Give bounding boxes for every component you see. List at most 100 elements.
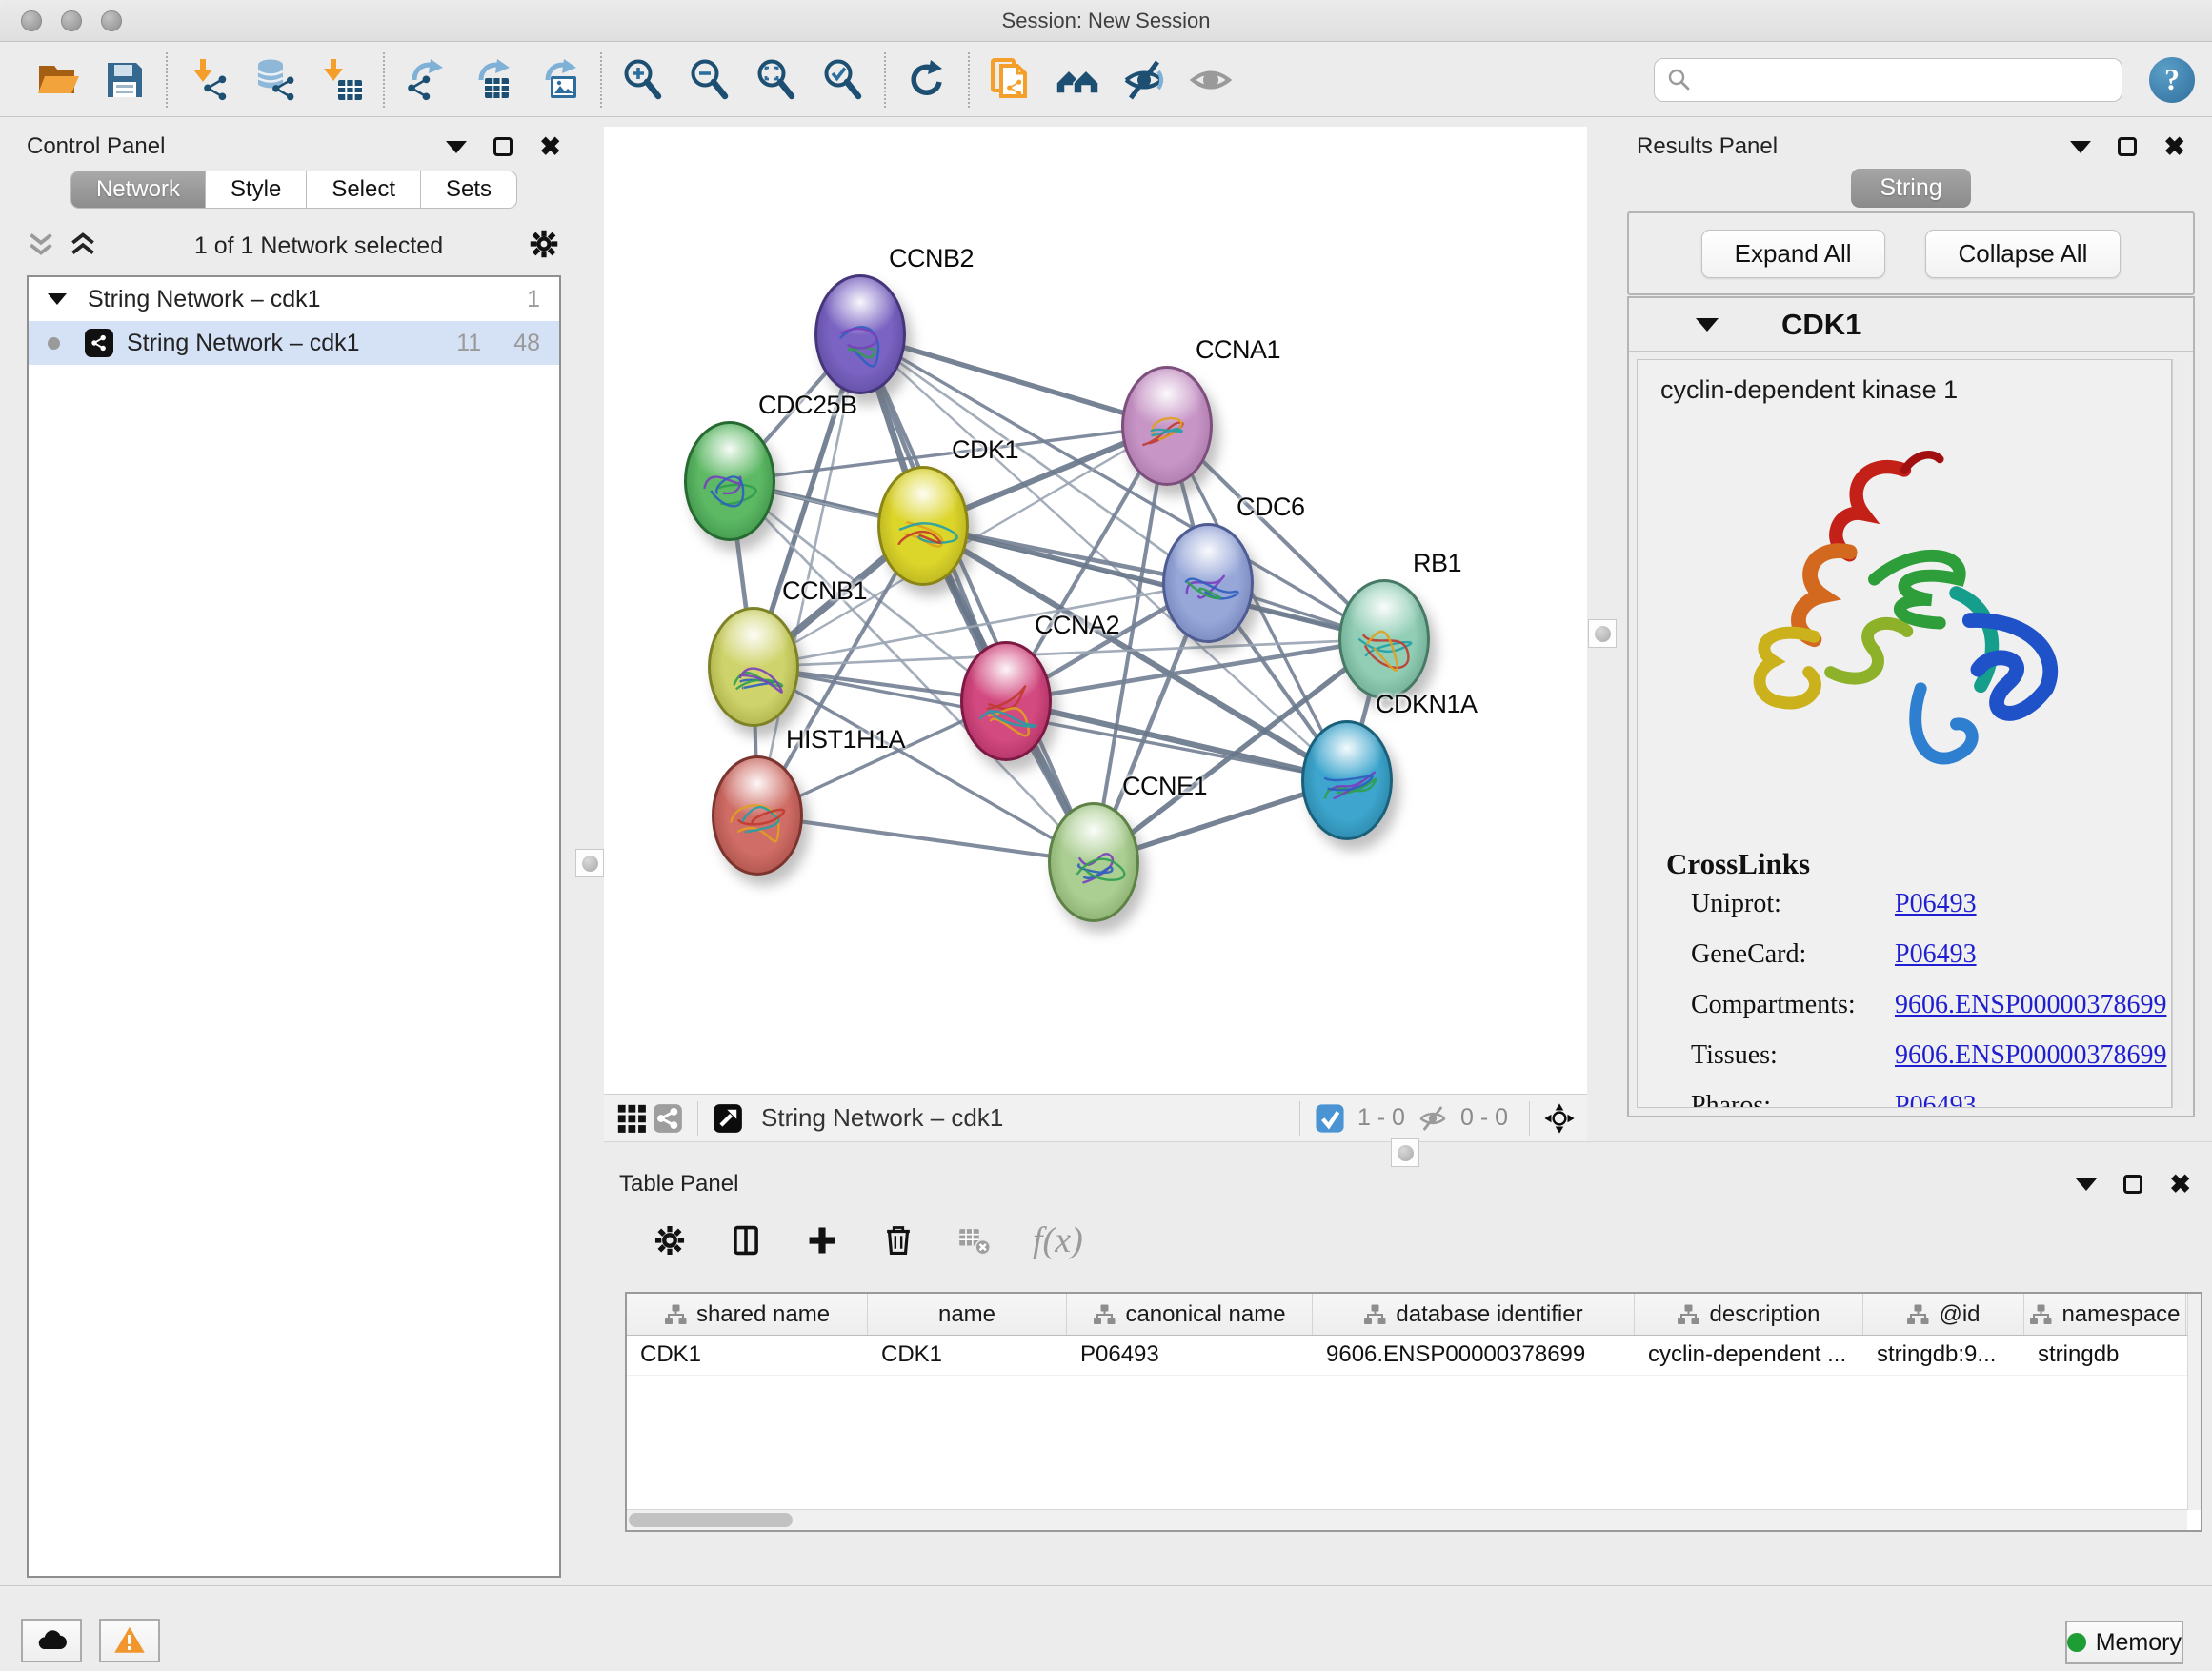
table-cell[interactable]: P06493 — [1067, 1336, 1313, 1375]
center-view-icon[interactable] — [1541, 1100, 1578, 1137]
results-scrollbar[interactable] — [2172, 359, 2185, 1108]
table-settings-button[interactable] — [646, 1217, 694, 1264]
table-cell[interactable]: cyclin-dependent ... — [1635, 1336, 1863, 1375]
panel-close-icon[interactable]: ✖ — [539, 134, 561, 160]
network-canvas[interactable]: CCNB2CCNA1CDC25BCDK1CDC6RB1CCNB1CCNA2CDK… — [604, 127, 1587, 1094]
close-window-icon[interactable] — [21, 10, 42, 31]
tab-sets[interactable]: Sets — [421, 171, 517, 209]
tab-string[interactable]: String — [1851, 169, 1970, 208]
entry-expander-icon[interactable] — [1696, 318, 1719, 332]
network-view-icon[interactable] — [650, 1100, 686, 1137]
export-image-button[interactable] — [533, 54, 585, 106]
export-network-button[interactable] — [400, 54, 452, 106]
hide-selected-button[interactable] — [1118, 54, 1170, 106]
search-input[interactable] — [1700, 66, 2110, 94]
table-cell[interactable]: CDK1 — [627, 1336, 868, 1375]
table-horizontal-scrollbar[interactable] — [627, 1509, 2187, 1530]
network-row[interactable]: String Network – cdk1 11 48 — [29, 321, 559, 365]
hidden-eye-icon[interactable] — [1415, 1100, 1451, 1137]
panel-float-icon[interactable] — [2123, 1175, 2142, 1194]
home-view-button[interactable] — [1052, 54, 1103, 106]
grid-view-icon[interactable] — [613, 1100, 650, 1137]
collection-expander-icon[interactable] — [48, 293, 67, 305]
refresh-network-button[interactable] — [901, 54, 953, 106]
expand-all-icon[interactable] — [69, 232, 97, 261]
results-entry-header[interactable]: CDK1 — [1629, 298, 2193, 352]
network-from-selection-button[interactable] — [985, 54, 1036, 106]
crosslink-value[interactable]: P06493 — [1895, 1091, 1977, 1108]
crosslink-value[interactable]: P06493 — [1895, 889, 1977, 919]
node-CDC25B[interactable] — [684, 421, 775, 541]
table-cell[interactable]: stringdb:9... — [1863, 1336, 2024, 1375]
collapse-all-icon[interactable] — [27, 232, 55, 261]
search-box[interactable] — [1654, 58, 2122, 102]
delete-rows-button[interactable] — [875, 1217, 922, 1264]
zoom-fit-button[interactable] — [751, 54, 802, 106]
zoom-selected-button[interactable] — [817, 54, 869, 106]
crosslink-value[interactable]: 9606.ENSP00000378699 — [1895, 990, 2166, 1020]
column-header-namespace[interactable]: namespace — [2024, 1294, 2186, 1335]
selected-checkbox-icon[interactable] — [1312, 1100, 1348, 1137]
show-all-button[interactable] — [1185, 54, 1237, 106]
tab-network[interactable]: Network — [70, 171, 206, 209]
tab-style[interactable]: Style — [206, 171, 307, 209]
minimize-window-icon[interactable] — [61, 10, 82, 31]
cloud-button[interactable] — [21, 1619, 82, 1662]
right-splitter-grip[interactable] — [1588, 619, 1617, 648]
save-session-button[interactable] — [99, 54, 151, 106]
panel-menu-icon[interactable] — [2070, 141, 2091, 153]
panel-close-icon[interactable]: ✖ — [2163, 134, 2185, 160]
expand-all-button[interactable]: Expand All — [1701, 230, 1885, 278]
zoom-in-button[interactable] — [617, 54, 669, 106]
add-column-button[interactable] — [798, 1217, 846, 1264]
table-row[interactable]: CDK1CDK1P064939606.ENSP00000378699cyclin… — [627, 1336, 2201, 1376]
node-CCNA2[interactable] — [960, 641, 1052, 761]
edge-HIST1H1A-CCNE1[interactable] — [757, 815, 1094, 862]
table-cell[interactable]: 9606.ENSP00000378699 — [1313, 1336, 1635, 1375]
import-network-database-button[interactable] — [250, 54, 301, 106]
import-network-file-button[interactable] — [183, 54, 234, 106]
node-CCNE1[interactable] — [1048, 802, 1139, 922]
zoom-window-icon[interactable] — [101, 10, 122, 31]
node-CCNB1[interactable] — [708, 607, 799, 727]
node-CCNA1[interactable] — [1121, 366, 1213, 486]
horizontal-splitter-grip[interactable] — [1391, 1138, 1419, 1167]
edge-CCNA2-CDKN1A[interactable] — [1006, 701, 1347, 780]
column-header-canonical-name[interactable]: canonical name — [1067, 1294, 1313, 1335]
birds-eye-view-icon[interactable] — [710, 1100, 746, 1137]
table-cell[interactable]: stringdb — [2024, 1336, 2186, 1375]
node-RB1[interactable] — [1338, 579, 1430, 699]
warning-button[interactable] — [99, 1619, 160, 1662]
column-header-description[interactable]: description — [1635, 1294, 1863, 1335]
help-button[interactable]: ? — [2149, 57, 2195, 103]
column-header-database-identifier[interactable]: database identifier — [1313, 1294, 1635, 1335]
table-cell[interactable]: CDK1 — [868, 1336, 1067, 1375]
column-header-name[interactable]: name — [868, 1294, 1067, 1335]
scrollbar-thumb[interactable] — [629, 1513, 793, 1527]
crosslink-value[interactable]: 9606.ENSP00000378699 — [1895, 1040, 2166, 1071]
panel-close-icon[interactable]: ✖ — [2169, 1172, 2191, 1198]
open-file-button[interactable] — [32, 54, 84, 106]
column-header--id[interactable]: @id — [1863, 1294, 2024, 1335]
panel-float-icon[interactable] — [493, 137, 513, 156]
table-vertical-scrollbar[interactable] — [2187, 1294, 2201, 1510]
import-table-file-button[interactable] — [316, 54, 368, 106]
panel-float-icon[interactable] — [2118, 137, 2137, 156]
node-CCNB2[interactable] — [814, 274, 906, 394]
edge-CCNB2-CCNA1[interactable] — [860, 334, 1167, 426]
zoom-out-button[interactable] — [684, 54, 735, 106]
node-CDKN1A[interactable] — [1301, 720, 1393, 840]
collapse-all-button[interactable]: Collapse All — [1925, 230, 2122, 278]
edge-CCNB2-CCNE1[interactable] — [860, 334, 1094, 862]
node-HIST1H1A[interactable] — [712, 755, 803, 876]
tab-select[interactable]: Select — [307, 171, 421, 209]
crosslink-value[interactable]: P06493 — [1895, 939, 1977, 970]
panel-menu-icon[interactable] — [446, 141, 467, 153]
network-collection-row[interactable]: String Network – cdk1 1 — [29, 277, 559, 321]
node-CDK1[interactable] — [877, 466, 969, 586]
network-options-gear-icon[interactable] — [527, 227, 561, 266]
memory-button[interactable]: Memory — [2065, 1621, 2183, 1664]
panel-menu-icon[interactable] — [2076, 1178, 2097, 1191]
column-split-button[interactable] — [722, 1217, 770, 1264]
export-table-button[interactable] — [467, 54, 518, 106]
